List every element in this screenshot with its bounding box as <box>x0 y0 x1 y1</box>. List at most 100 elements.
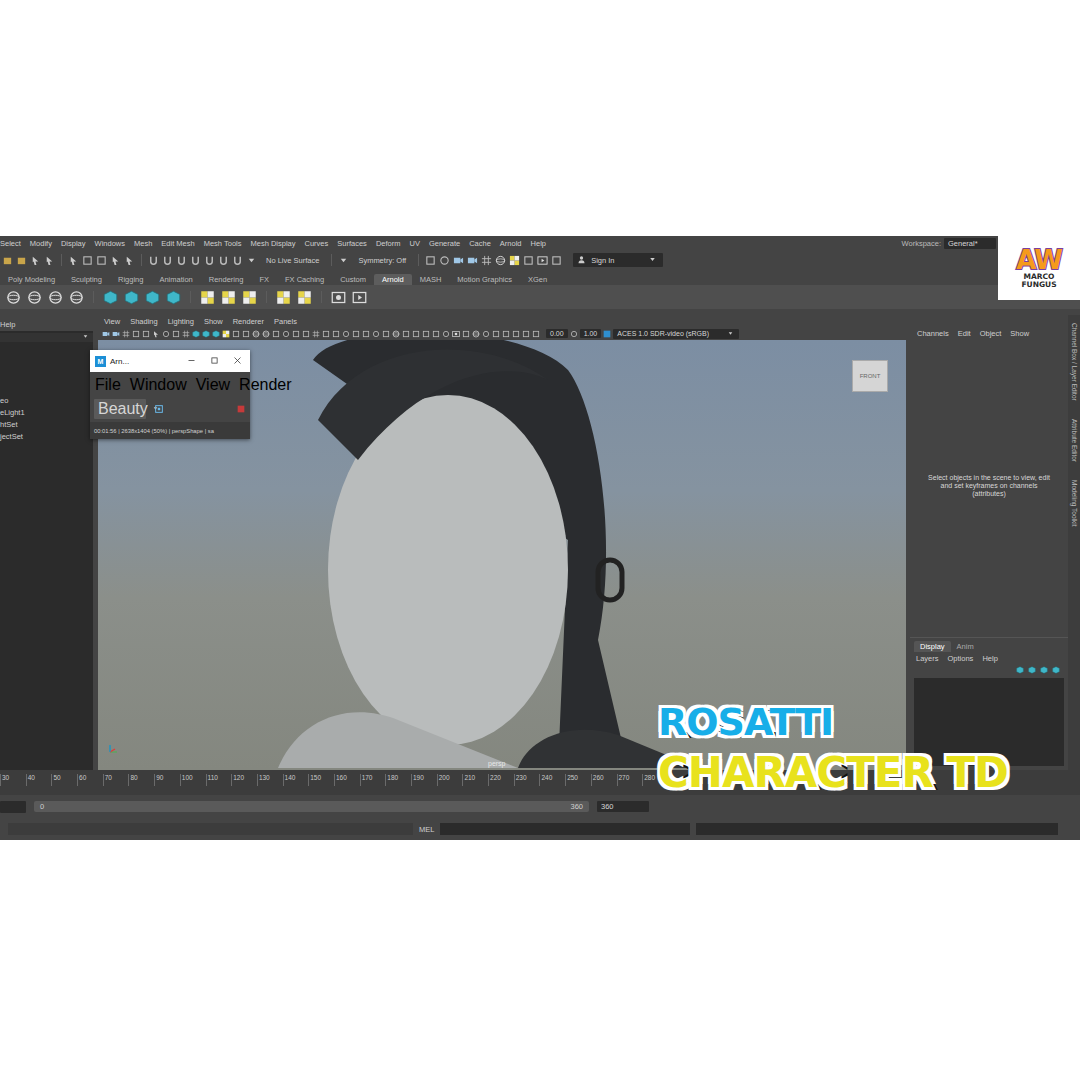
shelf-tab-label[interactable]: FX Caching <box>285 275 324 284</box>
start-field[interactable] <box>0 801 26 813</box>
viewport-tool-icon[interactable] <box>352 330 360 338</box>
viewport-tool-icon[interactable] <box>342 330 350 338</box>
select-tool-icon[interactable] <box>96 255 107 266</box>
symmetry-field[interactable]: Symmetry: Off <box>352 256 412 265</box>
channel-box-menu-item[interactable]: Object <box>980 329 1002 338</box>
viewport-tool-icon[interactable] <box>112 330 120 338</box>
menu-item[interactable]: Help <box>531 239 546 248</box>
viewport-tool-icon[interactable] <box>402 330 410 338</box>
aov-label[interactable]: Beauty <box>98 400 148 418</box>
dropdown-icon[interactable] <box>727 330 735 338</box>
snap-icon[interactable] <box>246 255 257 266</box>
channel-box-menu-item[interactable]: Channels <box>917 329 949 338</box>
viewport-tool-icon[interactable] <box>252 330 260 338</box>
viewport-menu-item[interactable]: View <box>104 317 120 326</box>
arnold-menu-item[interactable]: View <box>196 376 230 394</box>
viewport-tool-icon[interactable] <box>202 330 210 338</box>
channel-box-menu-item[interactable]: Edit <box>958 329 971 338</box>
undo-icon[interactable] <box>44 255 55 266</box>
render-view-icon[interactable] <box>331 290 346 305</box>
viewport-tool-icon[interactable] <box>242 330 250 338</box>
viewport-menu-item[interactable]: Shading <box>130 317 158 326</box>
select-tool-icon[interactable] <box>82 255 93 266</box>
snap-icon[interactable] <box>176 255 187 266</box>
user-icon[interactable] <box>577 255 588 266</box>
menu-item[interactable]: Edit Mesh <box>161 239 194 248</box>
menu-item[interactable]: Cache <box>469 239 491 248</box>
axis-icon[interactable] <box>108 742 120 756</box>
end-field[interactable]: 360 <box>597 801 649 812</box>
minimize-icon[interactable] <box>187 356 196 367</box>
shelf-tab[interactable]: Sculpting <box>63 274 110 285</box>
dropdown-icon[interactable] <box>82 333 90 341</box>
menu-item[interactable]: Curves <box>305 239 329 248</box>
viewport-tool-icon[interactable] <box>522 330 530 338</box>
workspace-field[interactable]: General* <box>944 238 996 249</box>
menu-item[interactable]: UV <box>409 239 419 248</box>
menu-item[interactable]: Windows <box>95 239 125 248</box>
maximize-icon[interactable] <box>210 356 219 367</box>
viewport-tool-icon[interactable] <box>162 330 170 338</box>
select-tool-icon[interactable] <box>110 255 121 266</box>
viewport-tool-icon[interactable] <box>312 330 320 338</box>
shelf-tab-label[interactable]: Sculpting <box>71 275 102 284</box>
shelf-tab[interactable]: Custom <box>332 274 374 285</box>
layer-menu-item[interactable]: Layers <box>916 654 939 663</box>
viewport-tool-icon[interactable] <box>122 330 130 338</box>
menu-item[interactable]: Surfaces <box>337 239 367 248</box>
shelf-tab-label[interactable]: Motion Graphics <box>457 275 512 284</box>
menu-item[interactable]: Deform <box>376 239 401 248</box>
command-input[interactable] <box>440 823 690 835</box>
shader-icon[interactable] <box>242 290 257 305</box>
dropdown-icon[interactable] <box>338 255 349 266</box>
crop-region-icon[interactable] <box>154 400 164 418</box>
outliner-item[interactable]: eLight1 <box>0 408 93 417</box>
render-tool-icon[interactable] <box>495 255 506 266</box>
folder-icon[interactable] <box>2 255 13 266</box>
viewport-tool-icon[interactable] <box>442 330 450 338</box>
viewport-menu-item[interactable]: Renderer <box>233 317 264 326</box>
shelf-tab[interactable]: Poly Modeling <box>0 274 63 285</box>
layer-tab[interactable]: Anim <box>951 641 980 652</box>
layer-menu-item[interactable]: Help <box>982 654 997 663</box>
shader-icon[interactable] <box>200 290 215 305</box>
exposure-field[interactable]: 0.00 <box>546 329 568 338</box>
mesh-icon[interactable] <box>145 290 160 305</box>
snap-icon[interactable] <box>232 255 243 266</box>
snap-icon[interactable] <box>190 255 201 266</box>
shelf-tab[interactable]: FX <box>251 274 277 285</box>
render-tool-icon[interactable] <box>425 255 436 266</box>
shelf-tab[interactable]: XGen <box>520 274 555 285</box>
shelf-tab[interactable]: Animation <box>151 274 200 285</box>
outliner-item[interactable]: jectSet <box>0 432 93 441</box>
mesh-icon[interactable] <box>103 290 118 305</box>
viewport-tool-icon[interactable] <box>322 330 330 338</box>
shelf-tab[interactable]: Arnold <box>374 274 412 285</box>
shelf-tab-label[interactable]: FX <box>259 275 269 284</box>
viewport-tool-icon[interactable] <box>532 330 540 338</box>
shelf-tab[interactable]: Rendering <box>201 274 252 285</box>
viewport-tool-icon[interactable] <box>222 330 230 338</box>
render-tool-icon[interactable] <box>523 255 534 266</box>
mesh-icon[interactable] <box>166 290 181 305</box>
viewport-tool-icon[interactable] <box>152 330 160 338</box>
side-tab[interactable]: Channel Box / Layer Editor <box>1071 323 1078 401</box>
shelf-tab[interactable]: MASH <box>412 274 450 285</box>
viewport-tool-icon[interactable] <box>462 330 470 338</box>
shelf-tab-label[interactable]: Poly Modeling <box>8 275 55 284</box>
color-management-icon[interactable] <box>603 330 611 338</box>
layer-tab-label[interactable]: Display <box>920 642 945 651</box>
render-icon[interactable] <box>352 290 367 305</box>
menu-item[interactable]: Display <box>61 239 86 248</box>
sign-in-field[interactable]: Sign In <box>573 253 663 267</box>
viewport-tool-icon[interactable] <box>232 330 240 338</box>
viewport-tool-icon[interactable] <box>422 330 430 338</box>
light-icon[interactable] <box>27 290 42 305</box>
outliner-filter[interactable] <box>0 333 93 342</box>
snap-icon[interactable] <box>218 255 229 266</box>
color-space-dropdown[interactable]: ACES 1.0 SDR-video (sRGB) <box>613 329 739 339</box>
viewport-tool-icon[interactable] <box>292 330 300 338</box>
viewport-tool-icon[interactable] <box>432 330 440 338</box>
viewport-tool-icon[interactable] <box>192 330 200 338</box>
menu-item[interactable]: Generate <box>429 239 460 248</box>
